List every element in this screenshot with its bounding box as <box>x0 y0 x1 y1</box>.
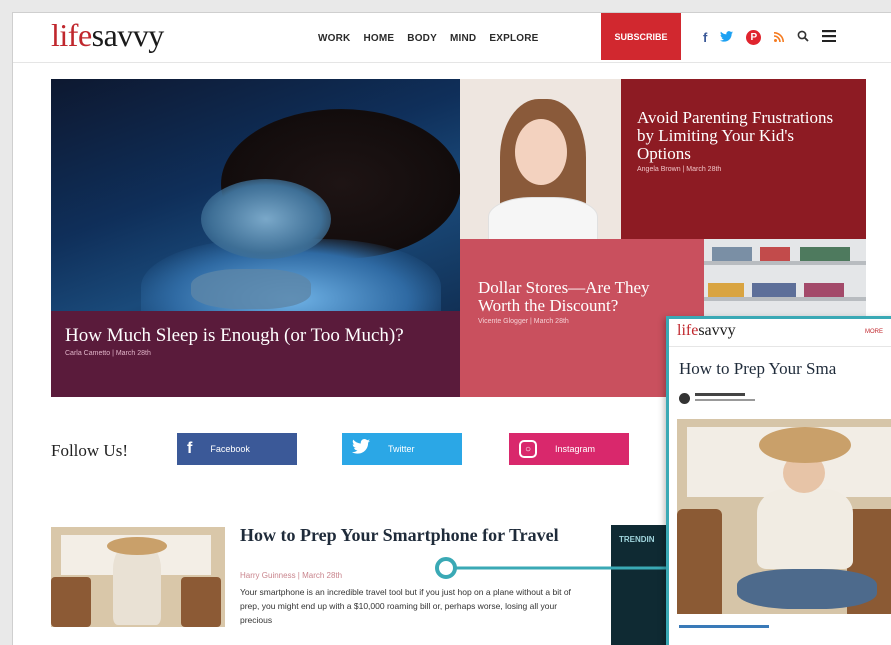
parenting-title[interactable]: Avoid Parenting Frustrations by Limiting… <box>637 109 852 163</box>
follow-us-label: Follow Us! <box>51 441 128 460</box>
mobile-more-menu[interactable]: MORE <box>865 329 883 335</box>
article-thumbnail[interactable] <box>51 527 225 627</box>
thumbnail-seat <box>181 577 221 627</box>
shelf-stock <box>752 283 796 297</box>
nav-item-home[interactable]: HOME <box>363 33 394 44</box>
shelf-stock <box>712 247 752 261</box>
twitter-icon[interactable] <box>720 30 734 45</box>
site-header: lifesavvy WORK HOME BODY MIND EXPLORE SU… <box>13 13 891 63</box>
trending-label: TRENDIN <box>619 535 655 544</box>
twitter-label: Twitter <box>388 444 415 454</box>
nav-item-explore[interactable]: EXPLORE <box>489 33 538 44</box>
dollar-stores-title[interactable]: Dollar Stores—Are They Worth the Discoun… <box>478 279 690 315</box>
hero-title[interactable]: How Much Sleep is Enough (or Too Much)? <box>65 325 446 346</box>
pinterest-icon[interactable]: P <box>746 30 762 45</box>
nav-item-work[interactable]: WORK <box>318 33 350 44</box>
callout-connector <box>435 557 680 579</box>
mobile-author-line <box>695 393 745 396</box>
girl-face <box>515 119 567 185</box>
instagram-label: Instagram <box>555 444 596 454</box>
subscribe-button[interactable]: SUBSCRIBE <box>601 13 681 60</box>
facebook-icon: f <box>187 440 193 457</box>
logo-part-life: life <box>51 17 92 53</box>
thumbnail-seat <box>51 577 91 627</box>
shelf-stock <box>800 247 850 261</box>
nav-item-mind[interactable]: MIND <box>450 33 476 44</box>
facebook-label: Facebook <box>210 444 250 454</box>
hero-meta: Carla Cametto | March 28th <box>65 350 151 357</box>
main-nav: WORK HOME BODY MIND EXPLORE <box>318 33 539 44</box>
mobile-date-line <box>695 399 755 401</box>
instagram-follow-button[interactable]: ○ Instagram <box>509 433 629 465</box>
parenting-article-tile[interactable]: Avoid Parenting Frustrations by Limiting… <box>621 79 866 239</box>
article-meta: Harry Guinness | March 28th <box>240 571 343 580</box>
article-title[interactable]: How to Prep Your Smartphone for Travel <box>240 525 570 546</box>
parenting-photo[interactable] <box>460 79 621 239</box>
facebook-follow-button[interactable]: f Facebook <box>177 433 297 465</box>
dollar-stores-meta: Vicente Glogger | March 28th <box>478 318 569 325</box>
parenting-meta: Angela Brown | March 28th <box>637 166 722 173</box>
photo-traveler-body <box>757 489 853 569</box>
avatar <box>679 393 690 404</box>
twitter-icon <box>352 439 370 459</box>
mobile-logo[interactable]: lifesavvy <box>677 322 736 340</box>
site-logo[interactable]: lifesavvy <box>51 17 164 54</box>
mobile-photo-credit-link[interactable] <box>679 625 769 628</box>
thumbnail-traveler <box>113 545 161 625</box>
hero-sleep-article[interactable]: How Much Sleep is Enough (or Too Much)? … <box>51 79 460 397</box>
mobile-preview: lifesavvy MORE How to Prep Your Sma <box>666 316 891 645</box>
girl-shirt <box>488 197 598 239</box>
shelf-stock <box>760 247 790 261</box>
photo-seat <box>677 509 722 614</box>
mobile-article-photo <box>677 419 891 614</box>
shelf-stock <box>804 283 844 297</box>
menu-icon[interactable] <box>822 29 837 46</box>
mobile-logo-part-savvy: savvy <box>698 322 736 339</box>
hero-photo-hand <box>191 269 311 309</box>
thumbnail-hat <box>107 537 167 555</box>
mobile-article-title: How to Prep Your Sma <box>679 359 837 378</box>
facebook-icon[interactable]: f <box>703 30 707 45</box>
nav-item-body[interactable]: BODY <box>407 33 437 44</box>
photo-traveler-hat <box>759 427 851 463</box>
twitter-follow-button[interactable]: Twitter <box>342 433 462 465</box>
instagram-icon: ○ <box>519 440 537 458</box>
shelf-stock <box>708 283 744 297</box>
mobile-header: lifesavvy MORE <box>669 319 891 347</box>
logo-part-savvy: savvy <box>91 17 165 53</box>
search-icon[interactable] <box>797 30 809 45</box>
article-excerpt: Your smartphone is an incredible travel … <box>240 587 571 625</box>
shelf <box>704 261 866 265</box>
rss-icon[interactable] <box>774 30 785 45</box>
shelf <box>704 297 866 301</box>
hero-photo-face <box>201 179 331 259</box>
mobile-logo-part-life: life <box>677 322 699 339</box>
photo-traveler-legs <box>737 569 877 609</box>
header-icons: f P <box>703 29 837 46</box>
hero-caption: How Much Sleep is Enough (or Too Much)? … <box>51 311 460 397</box>
